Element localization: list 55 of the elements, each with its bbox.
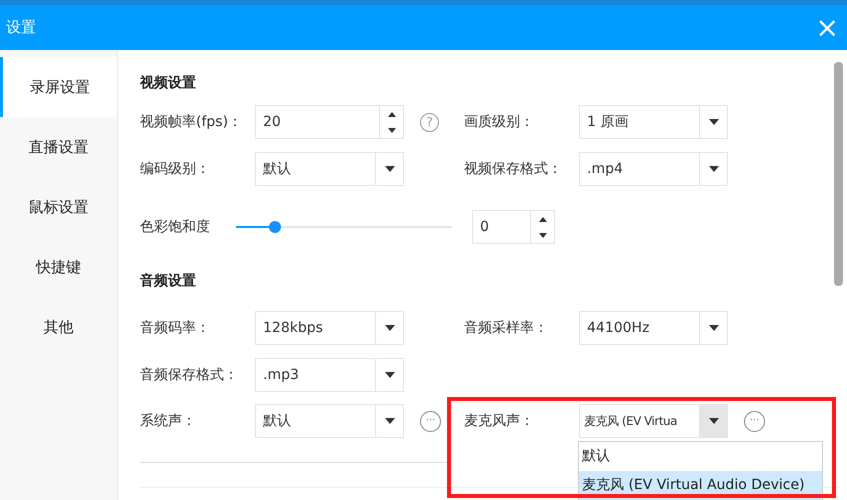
sidebar-item[interactable]: 录屏设置 (0, 57, 117, 117)
more-button[interactable]: ··· (744, 410, 765, 432)
caret-icon (708, 418, 718, 424)
caret-icon (708, 166, 718, 172)
dropdown-field[interactable]: 麦克风 (EV Virtua (579, 404, 728, 438)
dropdown-value: .mp3 (262, 366, 300, 384)
sidebar-item[interactable]: 鼠标设置 (0, 177, 117, 237)
field-label: 画质级别： (464, 114, 534, 130)
caret-icon (384, 166, 394, 172)
field-label: 编码级别： (140, 160, 210, 176)
down-arrow-icon[interactable] (538, 232, 546, 238)
field-label: 色彩饱和度 (140, 218, 210, 234)
sidebar-item[interactable]: 其他 (0, 297, 117, 357)
dropdown-value: 1 原画 (586, 112, 630, 132)
field-label: 麦克风声： (464, 412, 534, 428)
field-label: 视频保存格式： (464, 160, 562, 176)
caret-icon (708, 119, 718, 125)
caret-icon (384, 325, 394, 331)
slider-thumb[interactable] (268, 221, 281, 233)
dropdown-option[interactable]: 默认 (579, 442, 822, 471)
field-label: 音频码率： (140, 320, 210, 336)
caret-icon (384, 372, 394, 378)
caret-icon (708, 325, 718, 331)
dropdown-value: .mp4 (586, 160, 624, 178)
sidebar-item[interactable]: 直播设置 (0, 117, 117, 177)
dropdown-value: 128kbps (262, 318, 324, 338)
dropdown-value: 默认 (262, 160, 292, 178)
window-title: 设置 (6, 17, 36, 38)
field-label: 音频采样率： (464, 320, 548, 336)
dropdown-field[interactable]: 1 原画 (579, 105, 728, 139)
dropdown-field[interactable]: 44100Hz (579, 311, 728, 345)
number-field[interactable]: 20 (255, 105, 404, 139)
field-label: 视频帧率(fps)： (140, 114, 242, 130)
dropdown-field[interactable]: 默认 (255, 152, 404, 186)
field-label: 系统声： (140, 412, 196, 428)
field-label: 音频保存格式： (140, 366, 238, 382)
dropdown-field[interactable]: .mp4 (579, 152, 728, 186)
number-field[interactable]: 0 (472, 210, 555, 244)
number-value: 0 (479, 218, 490, 236)
dropdown-value: 默认 (262, 412, 292, 430)
dropdown-field[interactable]: 默认 (255, 404, 404, 438)
number-value: 20 (262, 112, 282, 132)
section-heading: 音频设置 (140, 273, 196, 289)
dropdown-field[interactable]: 128kbps (255, 311, 404, 345)
sidebar-item[interactable]: 快捷键 (0, 237, 117, 297)
caret-icon (384, 418, 394, 424)
dropdown-value: 44100Hz (586, 318, 650, 338)
down-arrow-icon[interactable] (388, 128, 396, 132)
more-button[interactable]: ··· (420, 410, 441, 432)
up-arrow-icon[interactable] (388, 112, 396, 116)
up-arrow-icon[interactable] (538, 216, 546, 222)
slider[interactable] (236, 221, 452, 233)
dropdown-value: 麦克风 (EV Virtua (583, 413, 678, 430)
dropdown-field[interactable]: .mp3 (255, 358, 404, 392)
section-heading: 视频设置 (140, 75, 196, 91)
